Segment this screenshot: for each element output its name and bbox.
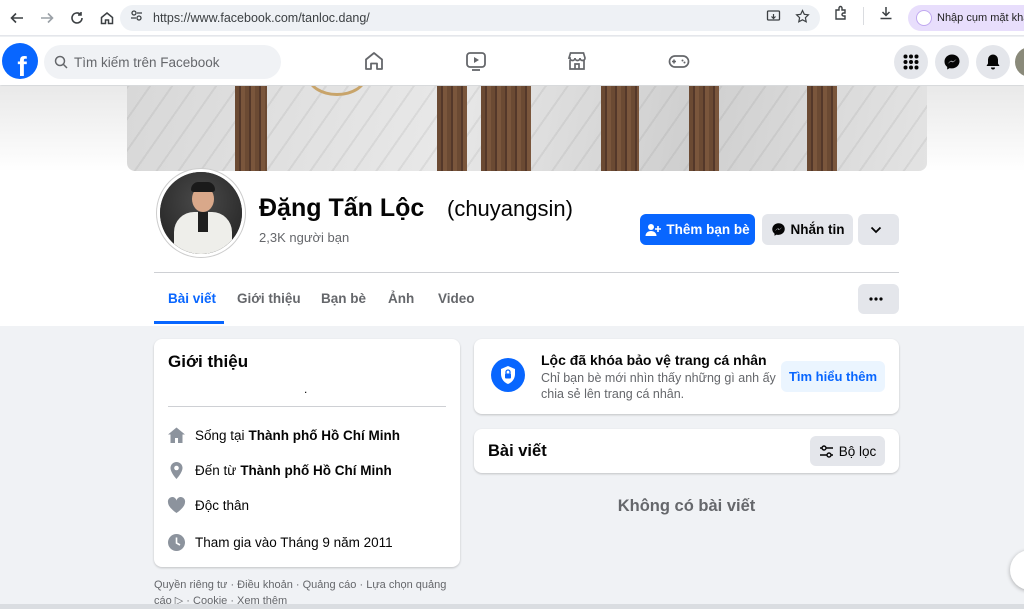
forward-icon[interactable] <box>34 5 60 31</box>
profile-picture[interactable] <box>157 169 245 257</box>
learn-more-button[interactable]: Tìm hiểu thêm <box>781 361 885 392</box>
menu-grid-button[interactable] <box>894 45 928 79</box>
from-prefix: Đến từ <box>195 463 237 478</box>
address-bar[interactable]: https://www.facebook.com/tanloc.dang/ <box>120 5 820 31</box>
more-dots-icon <box>869 297 883 301</box>
bookmark-star-icon[interactable] <box>795 9 810 29</box>
joined-date: Tham gia vào Tháng 9 năm 2011 <box>195 535 393 550</box>
tab-friends[interactable]: Bạn bè <box>321 291 366 306</box>
intro-from: Đến từ Thành phố Hồ Chí Minh <box>167 461 392 480</box>
account-avatar[interactable] <box>1015 47 1024 77</box>
site-info-icon[interactable] <box>130 9 143 27</box>
download-icon[interactable] <box>878 5 894 26</box>
messenger-icon <box>944 54 960 70</box>
heart-icon <box>167 497 186 513</box>
facebook-header: f <box>0 37 1024 85</box>
tabs-more-button[interactable] <box>858 284 899 314</box>
profile-more-button[interactable] <box>858 214 899 245</box>
filter-label: Bộ lọc <box>838 443 877 459</box>
message-button[interactable]: Nhắn tin <box>762 214 853 245</box>
profile-name: Đặng Tấn Lộc <box>259 194 425 222</box>
clock-icon <box>168 534 185 551</box>
google-lens-chip[interactable]: Nhập cụm mặt khẩu <box>908 5 1024 31</box>
add-friend-label: Thêm bạn bè <box>666 222 750 237</box>
cover-pillar <box>601 86 639 171</box>
lens-label: Nhập cụm mặt khẩu <box>937 12 1024 24</box>
filter-sliders-icon <box>819 444 833 458</box>
messenger-icon <box>771 223 785 236</box>
extensions-icon[interactable] <box>833 5 849 26</box>
nav-marketplace-icon[interactable] <box>565 49 589 73</box>
profile-picture-shirt <box>198 212 208 232</box>
notifications-button[interactable] <box>976 45 1010 79</box>
profile-alternate-name: (chuyangsin) <box>447 196 573 221</box>
from-place-link[interactable]: Thành phố Hồ Chí Minh <box>240 463 391 478</box>
nav-home-icon[interactable] <box>362 49 386 73</box>
lens-icon <box>916 10 932 26</box>
locked-title: Lộc đã khóa bảo vệ trang cá nhân <box>541 352 767 368</box>
reload-icon[interactable] <box>64 5 90 31</box>
tab-about[interactable]: Giới thiệu <box>237 291 301 306</box>
bell-icon <box>986 54 1000 70</box>
add-friend-button[interactable]: Thêm bạn bè <box>640 214 755 245</box>
home-icon[interactable] <box>94 5 120 31</box>
back-icon[interactable] <box>4 5 30 31</box>
posts-card: Bài viết Bộ lọc <box>474 429 899 473</box>
header-divider <box>154 272 899 273</box>
intro-relationship: Độc thân <box>167 497 249 514</box>
profile-picture-hair <box>191 182 215 192</box>
intro-lives-in: Sống tại Thành phố Hồ Chí Minh <box>167 426 400 444</box>
nav-gaming-icon[interactable] <box>667 49 691 73</box>
location-pin-icon <box>170 462 183 479</box>
cover-pillar <box>235 86 267 171</box>
relationship-status: Độc thân <box>195 498 250 513</box>
no-posts-message: Không có bài viết <box>617 497 756 515</box>
url-text: https://www.facebook.com/tanloc.dang/ <box>153 11 370 25</box>
cover-pillar <box>689 86 719 171</box>
intro-card: Giới thiệu . Sống tại Thành phố Hồ Chí M… <box>154 339 460 567</box>
search-icon <box>54 55 68 69</box>
lives-prefix: Sống tại <box>195 427 245 443</box>
active-tab-indicator <box>154 321 224 324</box>
nav-video-icon[interactable] <box>464 49 488 73</box>
install-app-icon[interactable] <box>766 9 781 29</box>
intro-joined: Tham gia vào Tháng 9 năm 2011 <box>167 533 393 552</box>
friends-count-link[interactable]: 2,3K người bạn <box>259 230 349 245</box>
tab-photos[interactable]: Ảnh <box>388 291 414 306</box>
browser-toolbar: https://www.facebook.com/tanloc.dang/ Nh… <box>0 0 1024 36</box>
profile-header: Đặng Tấn Lộc (chuyangsin) 2,3K người bạn… <box>0 86 1024 326</box>
chevron-down-icon <box>870 226 882 233</box>
facebook-search[interactable] <box>44 45 281 79</box>
cover-pillar <box>481 86 531 171</box>
house-icon <box>168 427 185 443</box>
intro-bio: . <box>304 382 308 396</box>
tab-videos[interactable]: Video <box>438 291 475 306</box>
message-label: Nhắn tin <box>790 222 845 237</box>
menu-grid-icon <box>903 54 919 70</box>
lives-place-link[interactable]: Thành phố Hồ Chí Minh <box>249 428 400 443</box>
add-friend-icon <box>645 223 662 236</box>
locked-profile-card: Lộc đã khóa bảo vệ trang cá nhân Chỉ bạn… <box>474 339 899 414</box>
floating-action-button[interactable] <box>1010 550 1024 590</box>
filter-button[interactable]: Bộ lọc <box>810 436 885 466</box>
intro-divider <box>168 406 446 407</box>
bottom-scroll-edge <box>0 604 1024 609</box>
search-input[interactable] <box>74 54 264 70</box>
cover-photo[interactable] <box>127 86 927 171</box>
tab-posts[interactable]: Bài viết <box>168 291 216 306</box>
toolbar-divider <box>863 6 864 25</box>
shield-lock-icon <box>491 358 525 392</box>
facebook-logo-icon[interactable]: f <box>2 43 38 79</box>
messenger-button[interactable] <box>935 45 969 79</box>
intro-title: Giới thiệu <box>168 352 249 371</box>
cover-pillar <box>437 86 467 171</box>
posts-title: Bài viết <box>488 442 547 460</box>
locked-description: Chỉ bạn bè mới nhìn thấy những gì anh ấy… <box>541 371 776 401</box>
cover-pillar <box>807 86 837 171</box>
